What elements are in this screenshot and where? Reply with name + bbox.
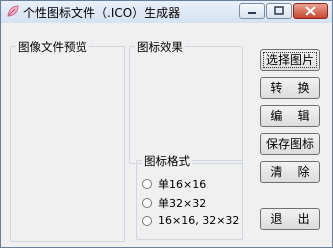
clear-button[interactable]: 清 除	[260, 161, 320, 183]
image-preview-label: 图像文件预览	[16, 39, 89, 55]
icon-effect-label: 图标效果	[135, 39, 185, 55]
format-option-label: 16×16, 32×32	[158, 214, 240, 227]
exit-button[interactable]: 退 出	[260, 208, 320, 230]
maximize-icon	[274, 6, 284, 15]
minimize-icon	[248, 12, 256, 14]
image-preview-group: 图像文件预览	[10, 39, 125, 242]
icon-effect-group: 图标效果	[129, 39, 243, 164]
select-image-button[interactable]: 选择图片	[260, 49, 320, 71]
radio-button[interactable]	[142, 198, 152, 208]
radio-button[interactable]	[142, 215, 152, 226]
icon-format-label: 图标格式	[142, 153, 192, 169]
format-option-32[interactable]: 单32×32	[142, 195, 206, 211]
format-option-16[interactable]: 单16×16	[142, 176, 206, 192]
format-option-label: 单16×16	[158, 178, 207, 191]
save-icon-button[interactable]: 保存图标	[260, 133, 320, 155]
window-title: 个性图标文件（.ICO）生成器	[23, 6, 181, 20]
format-option-both[interactable]: 16×16, 32×32	[142, 214, 239, 227]
maximize-button[interactable]	[266, 3, 292, 19]
edit-button[interactable]: 编 辑	[260, 105, 320, 127]
icon-format-group: 图标格式 单16×16 单32×32 16×16, 32×32	[136, 153, 243, 240]
client-area: 图像文件预览 图标效果 图标格式 单16×16 单32×32 16×16, 32…	[6, 27, 327, 243]
radio-button[interactable]	[142, 179, 152, 189]
close-icon	[305, 6, 316, 16]
convert-button[interactable]: 转 换	[260, 77, 320, 99]
leaf-icon	[7, 5, 19, 17]
minimize-button[interactable]	[239, 3, 265, 19]
format-option-label: 单32×32	[158, 197, 207, 210]
app-window: 个性图标文件（.ICO）生成器 图像文件预览 图标效果 图标格式 单16×16 …	[0, 0, 333, 248]
title-bar[interactable]: 个性图标文件（.ICO）生成器	[1, 1, 332, 23]
close-button[interactable]	[293, 3, 328, 19]
